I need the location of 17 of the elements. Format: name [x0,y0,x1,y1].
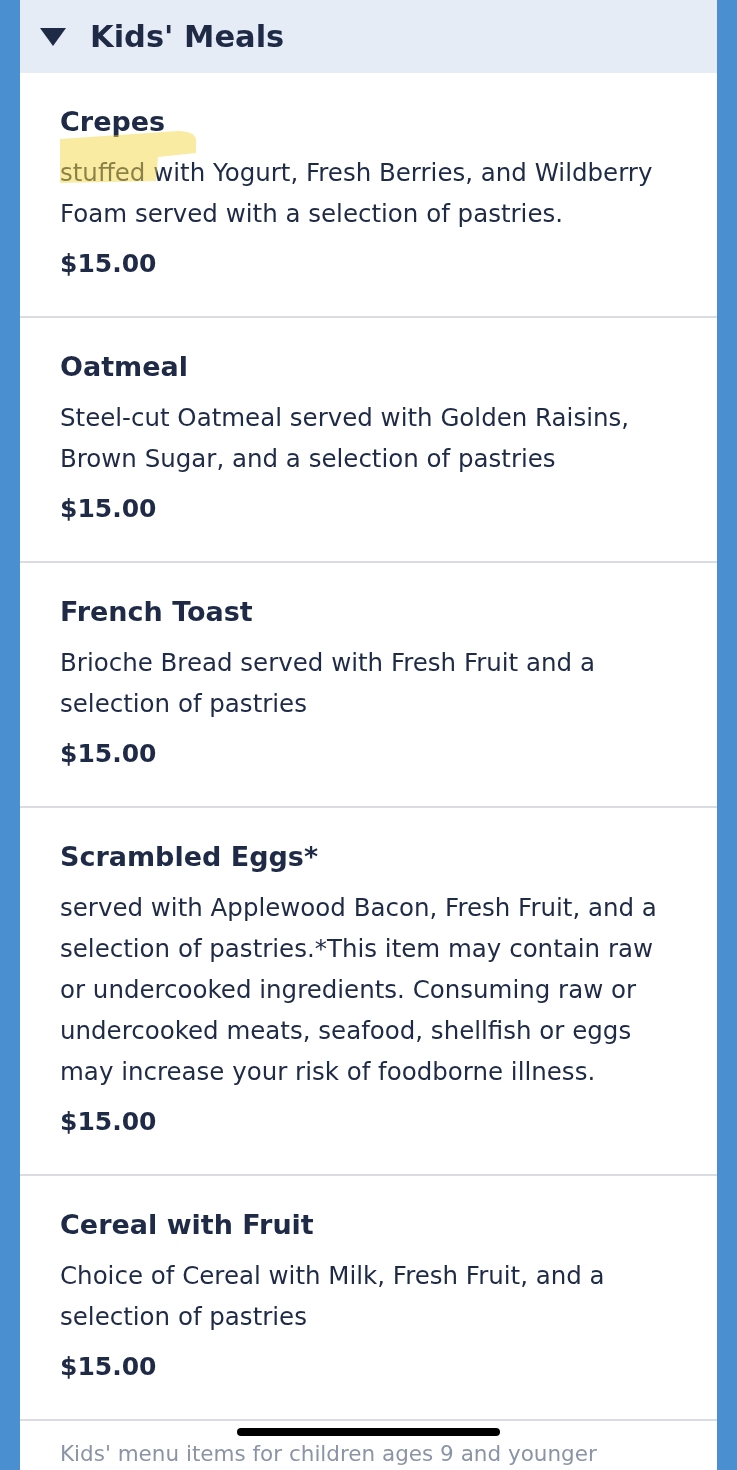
item-price: $15.00 [60,1351,157,1383]
section-header[interactable]: Kids' Meals [20,0,717,73]
item-description: stuffed with Yogurt, Fresh Berries, and Wildberry Foam served with a selection of pastries. [60,157,654,230]
item-price: $15.00 [60,1106,157,1138]
item-name: Oatmeal [60,350,188,384]
item-description: Choice of Cereal with Milk, Fresh Fruit, and a selection of pastries [60,1260,606,1333]
item-name: Scrambled Eggs* [60,840,319,874]
item-price: $15.00 [60,738,157,770]
item-name: French Toast [60,595,253,629]
item-description: Steel-cut Oatmeal served with Golden Raisins, Brown Sugar, and a selection of pastries [60,402,631,475]
footnote: Kids' menu items for children ages 9 and younger [60,1442,597,1466]
item-name: Cereal with Fruit [60,1208,314,1242]
item-price: $15.00 [60,248,157,280]
item-description: Brioche Bread served with Fresh Fruit and a selection of pastries [60,647,596,720]
item-price: $15.00 [60,493,157,525]
item-description: served with Applewood Bacon, Fresh Fruit, and a selection of pastries.*This item may contain raw or undercooked ingredients. Consuming raw or undercooked meats, seafood, shellfish or eggs may increase your risk of foodborne illness. [60,892,658,1088]
item-name: Crepes [60,105,166,139]
